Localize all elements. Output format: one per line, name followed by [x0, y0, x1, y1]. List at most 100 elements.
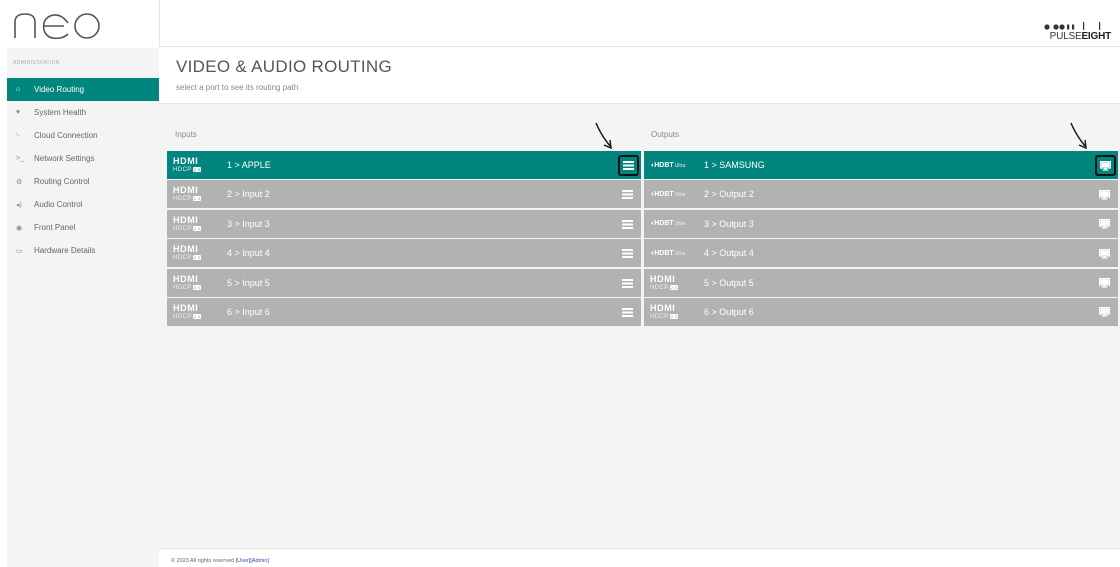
app-window: ADMINISTRATION ⌂ Video Routing ♥ System Hea…: [0, 0, 1120, 567]
output-port-row[interactable]: ◖HDBTUltra 3 > Output 3: [644, 209, 1118, 238]
user-link[interactable]: [User]: [236, 558, 251, 564]
sidebar-item-label: Video Routing: [34, 85, 85, 94]
rss-icon: ◝: [16, 132, 19, 140]
output-port-row[interactable]: ◖HDBTUltra 2 > Output 2: [644, 180, 1118, 209]
sidebar-item-front-panel[interactable]: ◉ Front Panel: [7, 216, 159, 239]
output-port-row[interactable]: ◖HDBTUltra 4 > Output 4: [644, 239, 1118, 268]
hdmi-wordmark: HDMI: [173, 156, 199, 166]
display-monitor-icon[interactable]: [1096, 245, 1113, 262]
hdcp-wordmark: HDCP 2.3: [173, 167, 221, 173]
hdcp-text: HDCP: [173, 313, 192, 320]
output-port-row[interactable]: HDMI HDCP 2.3 5 > Output 5: [644, 268, 1118, 297]
output-port-label: 3 > Output 3: [704, 218, 754, 229]
hdbaset-logo: ◖HDBTUltra: [650, 162, 698, 169]
hdcp-version-badge: 2.3: [669, 313, 679, 319]
hdcp-version-badge: 2.3: [192, 255, 202, 261]
hdmi-hdcp-logo: HDMI HDCP 2.3: [173, 186, 221, 202]
hdcp-version-badge: 2.3: [192, 196, 202, 202]
admin-link[interactable]: [Admin]: [250, 558, 269, 564]
input-menu-icon[interactable]: [619, 275, 636, 292]
page-header: VIDEO & AUDIO ROUTING select a port to s…: [159, 47, 1120, 104]
input-menu-icon[interactable]: [619, 245, 636, 262]
display-monitor-icon[interactable]: [1096, 304, 1113, 321]
input-menu-icon[interactable]: [619, 304, 636, 321]
display-monitor-icon[interactable]: [1096, 216, 1113, 233]
hdbaset-logo: ◖HDBTUltra: [650, 220, 698, 227]
hdmi-hdcp-logo: HDMI HDCP 2.3: [173, 157, 221, 173]
brand-bold: EIGHT: [1081, 31, 1111, 42]
sidebar-item-label: Audio Control: [34, 200, 83, 209]
hdcp-text: HDCP: [173, 255, 192, 262]
brand-light: PULSE: [1049, 31, 1082, 42]
output-port-row[interactable]: HDMI HDCP 2.3 6 > Output 6: [644, 297, 1118, 326]
display-monitor-icon[interactable]: [1095, 155, 1116, 176]
hdmi-hdcp-logo: HDMI HDCP 2.3: [173, 302, 221, 320]
hdmi-hdcp-logo: HDMI HDCP 2.3: [173, 214, 221, 232]
hdmi-hdcp-logo: HDMI HDCP 2.3: [173, 245, 221, 261]
hdcp-text: HDCP: [173, 196, 192, 203]
hdcp-text: HDCP: [173, 167, 192, 173]
outputs-heading: Outputs: [651, 130, 680, 139]
input-menu-icon[interactable]: [619, 216, 636, 233]
outputs-list: ◖HDBTUltra 1 > SAMSUNG ◖HDBTUltra 2 > Outpu…: [644, 151, 1118, 327]
sidebar-item-cloud-connection[interactable]: ◝ Cloud Connection: [7, 124, 159, 147]
input-port-row[interactable]: HDMI HDCP 2.3 2 > Input 2: [167, 180, 641, 209]
hdbaset-logo: ◖HDBTUltra: [650, 191, 698, 198]
hdbt-wordmark: HDBT: [654, 190, 674, 198]
cogs-icon: ⚙: [16, 178, 23, 186]
output-port-label: 6 > Output 6: [704, 306, 754, 317]
hdbt-ultra-text: Ultra: [674, 191, 686, 198]
sidebar-item-system-health[interactable]: ♥ System Health: [7, 101, 159, 124]
sidebar-item-network-settings[interactable]: >_ Network Settings: [7, 147, 159, 170]
sidebar-item-routing-control[interactable]: ⚙ Routing Control: [7, 170, 159, 193]
page-subtitle: select a port to see its routing path: [176, 83, 299, 92]
section-label-administration: ADMINISTRATION: [13, 60, 60, 66]
sidebar-item-video-routing[interactable]: ⌂ Video Routing: [7, 78, 159, 101]
hdmi-wordmark: HDMI: [173, 302, 199, 313]
input-port-row[interactable]: HDMI HDCP 2.3 6 > Input 6: [167, 297, 641, 326]
neo-logo-mark: [14, 13, 100, 40]
main-content: VIDEO & AUDIO ROUTING select a port to s…: [159, 47, 1120, 567]
hdcp-text: HDCP: [650, 284, 669, 291]
sidebar-item-label: Front Panel: [34, 223, 76, 232]
hdbt-wordmark: HDBT: [654, 220, 674, 228]
input-port-row[interactable]: HDMI HDCP 2.3 4 > Input 4: [167, 239, 641, 268]
display-monitor-icon[interactable]: [1096, 275, 1113, 292]
input-menu-icon[interactable]: [618, 155, 639, 176]
input-port-row[interactable]: HDMI HDCP 2.3 1 > APPLE: [167, 151, 641, 179]
sidebar-item-hardware-details[interactable]: ▭ Hardware Details: [7, 239, 159, 262]
hdmi-wordmark: HDMI: [173, 214, 199, 225]
hdcp-wordmark: HDCP 2.3: [173, 284, 221, 291]
hdcp-version-badge: 2.3: [192, 284, 202, 290]
hdcp-version-badge: 2.3: [669, 284, 679, 290]
input-menu-icon[interactable]: [619, 186, 636, 203]
hdmi-hdcp-logo: HDMI HDCP 2.3: [650, 274, 698, 291]
inputs-list: HDMI HDCP 2.3 1 > APPLE HDMI HDCP 2.3 2 > Input…: [167, 151, 641, 327]
hdbt-ultra-text: Ultra: [674, 162, 686, 169]
sidebar-item-label: Cloud Connection: [34, 131, 98, 140]
sidebar: ADMINISTRATION ⌂ Video Routing ♥ System Hea…: [7, 0, 159, 567]
input-port-row[interactable]: HDMI HDCP 2.3 5 > Input 5: [167, 268, 641, 297]
footer-text: © 2023 All rights reserved [User][Admin]: [171, 558, 269, 564]
output-port-row[interactable]: ◖HDBTUltra 1 > SAMSUNG: [644, 151, 1118, 179]
hdcp-text: HDCP: [173, 225, 192, 232]
sidebar-item-audio-control[interactable]: ◂) Audio Control: [7, 193, 159, 216]
output-port-label: 5 > Output 5: [704, 277, 754, 288]
input-port-label: 2 > Input 2: [227, 189, 270, 200]
hdcp-text: HDCP: [173, 284, 192, 291]
inputs-heading: Inputs: [175, 130, 197, 139]
hdmi-wordmark: HDMI: [173, 185, 199, 196]
hdcp-version-badge: 2.3: [192, 167, 202, 172]
footer: © 2023 All rights reserved [User][Admin]: [159, 548, 1120, 567]
hdmi-wordmark: HDMI: [173, 244, 199, 255]
input-port-label: 1 > APPLE: [227, 160, 271, 170]
display-monitor-icon[interactable]: [1096, 186, 1113, 203]
hdmi-wordmark: HDMI: [650, 302, 676, 313]
input-port-row[interactable]: HDMI HDCP 2.3 3 > Input 3: [167, 209, 641, 238]
copyright-text: © 2023 All rights reserved: [171, 558, 235, 564]
hdcp-version-badge: 2.3: [192, 313, 202, 319]
neo-logo[interactable]: [7, 0, 159, 48]
hdmi-hdcp-logo: HDMI HDCP 2.3: [650, 302, 698, 320]
output-port-label: 1 > SAMSUNG: [704, 160, 765, 170]
annotation-arrow-icon: [1070, 122, 1087, 150]
